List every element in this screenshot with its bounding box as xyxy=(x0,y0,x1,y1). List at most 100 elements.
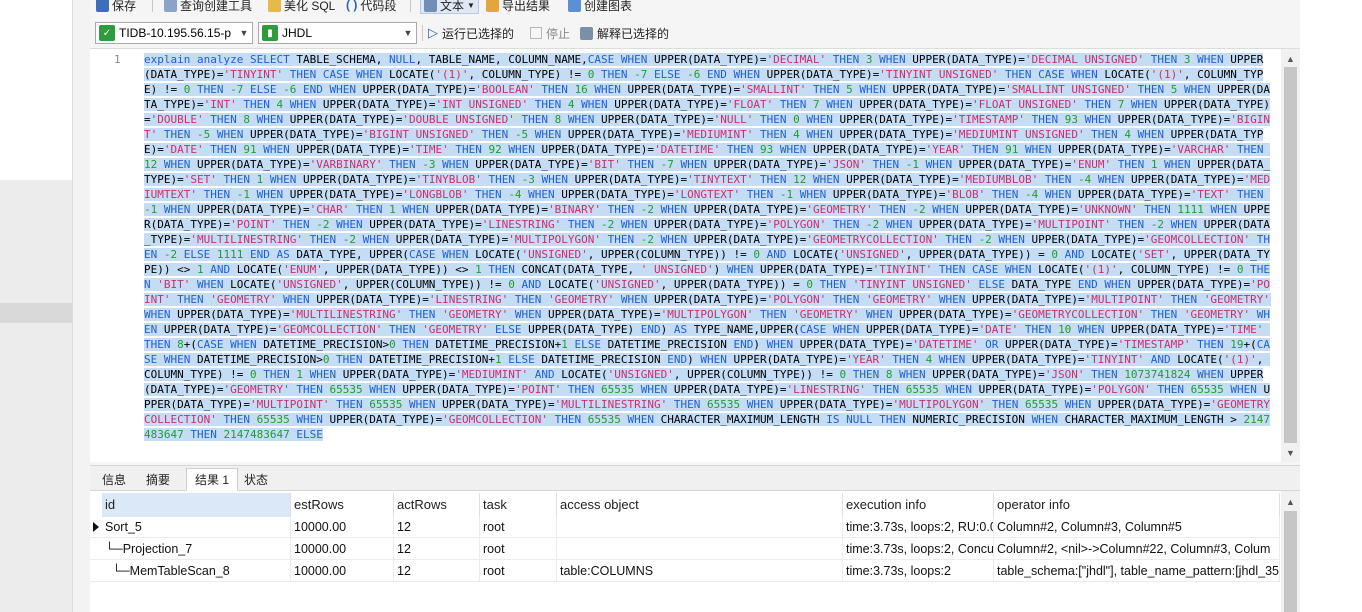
code-snippet-button[interactable]: ( ) 代码段 xyxy=(346,0,396,14)
cell-id[interactable]: └─MemTableScan_8 xyxy=(102,560,291,582)
cell-access-object[interactable] xyxy=(557,516,843,538)
sql-token: 'JSON' xyxy=(826,158,867,171)
column-header-actrows[interactable]: actRows xyxy=(394,493,480,517)
sql-token: OR xyxy=(978,338,999,351)
sql-token: DATA_TYPE, UPPER( xyxy=(289,248,409,261)
sql-token: UPPER(DATA_TYPE)= xyxy=(892,308,1012,321)
sql-token: 65535 xyxy=(707,398,741,411)
table-row[interactable]: └─Projection_7 10000.00 12 root time:3.7… xyxy=(90,538,1280,560)
scroll-up-icon[interactable]: ▲ xyxy=(1281,495,1300,509)
column-header-id[interactable]: id xyxy=(102,493,291,517)
sql-text-area[interactable]: explain analyze SELECT TABLE_SCHEMA, NUL… xyxy=(144,52,1271,462)
cell-operator-info[interactable]: Column#2, <nil>->Column#22, Column#3, Co… xyxy=(994,538,1280,560)
sql-token: ELSE xyxy=(289,428,323,441)
cell-execution-info[interactable]: time:3.73s, loops:2, RU:0.0 xyxy=(843,516,994,538)
grid-scrollbar[interactable]: ▲ xyxy=(1281,491,1300,612)
create-chart-button[interactable]: 创建图表 xyxy=(568,0,632,14)
cell-task[interactable]: root xyxy=(480,516,557,538)
sql-token: WHEN xyxy=(1091,173,1125,186)
cell-task[interactable]: root xyxy=(480,560,557,582)
text-mode-button[interactable]: 文本 ▼ xyxy=(420,0,479,14)
query-builder-button[interactable]: 查询创建工具 xyxy=(164,0,252,14)
sql-token: 3 xyxy=(865,53,873,66)
sql-token: DATETIME_PRECISION xyxy=(601,338,734,351)
sql-token: 65535 xyxy=(1024,398,1059,411)
cell-access-object[interactable]: table:COLUMNS xyxy=(557,560,843,582)
cell-task[interactable]: root xyxy=(480,538,557,560)
sql-token: WHEN xyxy=(1031,413,1059,426)
sql-token: UPPER(DATA_TYPE)= xyxy=(1104,323,1224,336)
save-button[interactable]: 保存 xyxy=(96,0,136,14)
sql-token: 'TEXT' xyxy=(1190,188,1231,201)
sql-token: ELSE xyxy=(501,353,535,366)
sql-token: THEN xyxy=(885,353,926,366)
sql-token: UPPER(DATA_TYPE)= xyxy=(594,113,714,126)
sql-token: ' UNSIGNED' xyxy=(640,263,714,276)
scroll-up-icon[interactable]: ▲ xyxy=(1281,51,1300,67)
beautify-sql-button[interactable]: 美化 SQL xyxy=(268,0,335,14)
cell-id[interactable]: └─Projection_7 xyxy=(102,538,291,560)
text-icon xyxy=(424,0,437,12)
sql-token: WHEN xyxy=(362,383,396,396)
sql-token: UPPER(DATA_TYPE)= xyxy=(534,143,655,156)
sql-token: WHEN xyxy=(157,203,191,216)
cell-execution-info[interactable]: time:3.73s, loops:2, Concu xyxy=(843,538,994,560)
cell-operator-info[interactable]: table_schema:["jhdl"], table_name_patter… xyxy=(994,560,1280,582)
sql-token: ELSE xyxy=(567,338,602,351)
sql-token: WHEN xyxy=(249,188,284,201)
cell-estrows[interactable]: 10000.00 xyxy=(291,538,394,560)
sql-token: 2147483647 xyxy=(223,428,290,441)
sql-token: THEN xyxy=(329,398,370,411)
left-splitter[interactable] xyxy=(72,0,90,612)
sql-token: 91 xyxy=(1005,143,1019,156)
editor-scrollbar[interactable]: ▲ ▼ xyxy=(1281,49,1300,462)
sql-token: THEN xyxy=(1150,383,1191,396)
stop-button[interactable]: 停止 xyxy=(530,24,570,42)
sql-token: 'LONGBLOB' xyxy=(402,188,469,201)
cell-operator-info[interactable]: Column#2, Column#3, Column#5 xyxy=(994,516,1280,538)
column-header-access-object[interactable]: access object xyxy=(557,493,843,517)
cell-access-object[interactable] xyxy=(557,538,843,560)
export-result-button[interactable]: 导出结果 xyxy=(486,0,550,14)
sql-token: THEN xyxy=(302,233,343,246)
cell-estrows[interactable]: 10000.00 xyxy=(291,560,394,582)
column-header-operator-info[interactable]: operator info xyxy=(994,493,1280,517)
sql-token: WHEN xyxy=(1190,53,1224,66)
column-header-task[interactable]: task xyxy=(480,493,557,517)
sql-token: 'VARBINARY' xyxy=(309,158,383,171)
sql-text[interactable]: explain analyze SELECT TABLE_SCHEMA, NUL… xyxy=(144,52,1271,442)
chevron-down-icon[interactable]: ▼ xyxy=(467,1,475,10)
table-row[interactable]: └─MemTableScan_8 10000.00 12 root table:… xyxy=(90,560,1280,582)
sql-token: 'GEOMETRY' xyxy=(866,293,933,306)
cell-actrows[interactable]: 12 xyxy=(394,538,480,560)
explain-selected-button[interactable]: 解释已选择的 xyxy=(580,24,669,42)
sql-editor[interactable]: 1 explain analyze SELECT TABLE_SCHEMA, N… xyxy=(90,48,1300,462)
grid-scrollbar-thumb[interactable] xyxy=(1284,511,1297,612)
sql-token: 0 xyxy=(753,248,760,261)
cell-execution-info[interactable]: time:3.73s, loops:2 xyxy=(843,560,994,582)
editor-scrollbar-thumb[interactable] xyxy=(1284,67,1297,443)
sql-token: -2 xyxy=(342,233,356,246)
sql-token: -2 xyxy=(865,218,880,231)
tab-result-1[interactable]: 结果 1 xyxy=(186,468,239,491)
tab-summary[interactable]: 摘要 xyxy=(138,468,178,491)
database-select[interactable]: ▮ JHDL ▼ xyxy=(258,22,417,44)
cell-estrows[interactable]: 10000.00 xyxy=(291,516,394,538)
cell-actrows[interactable]: 12 xyxy=(394,560,480,582)
tab-info[interactable]: 信息 xyxy=(94,468,134,491)
cell-id[interactable]: Sort_5 xyxy=(102,516,291,538)
column-header-execution-info[interactable]: execution info xyxy=(843,493,994,517)
table-row[interactable]: Sort_5 10000.00 12 root time:3.73s, loop… xyxy=(90,516,1280,538)
column-header-estrows[interactable]: estRows xyxy=(291,493,394,517)
scroll-down-icon[interactable]: ▼ xyxy=(1281,445,1300,461)
connection-select[interactable]: ✓ TIDB-10.195.56.15-p ▼ xyxy=(95,22,253,44)
sql-token: 1111 xyxy=(1177,203,1204,216)
chevron-down-icon[interactable]: ▼ xyxy=(236,23,252,43)
sql-token: 'POLYGON' xyxy=(766,293,827,306)
chevron-down-icon[interactable]: ▼ xyxy=(400,23,416,43)
run-selected-button[interactable]: ▷ 运行已选择的 xyxy=(428,24,514,42)
tab-status[interactable]: 状态 xyxy=(236,468,276,491)
cell-actrows[interactable]: 12 xyxy=(394,516,480,538)
sql-token: LOCATE( xyxy=(1031,263,1085,276)
sql-token: WHEN xyxy=(1130,128,1165,141)
